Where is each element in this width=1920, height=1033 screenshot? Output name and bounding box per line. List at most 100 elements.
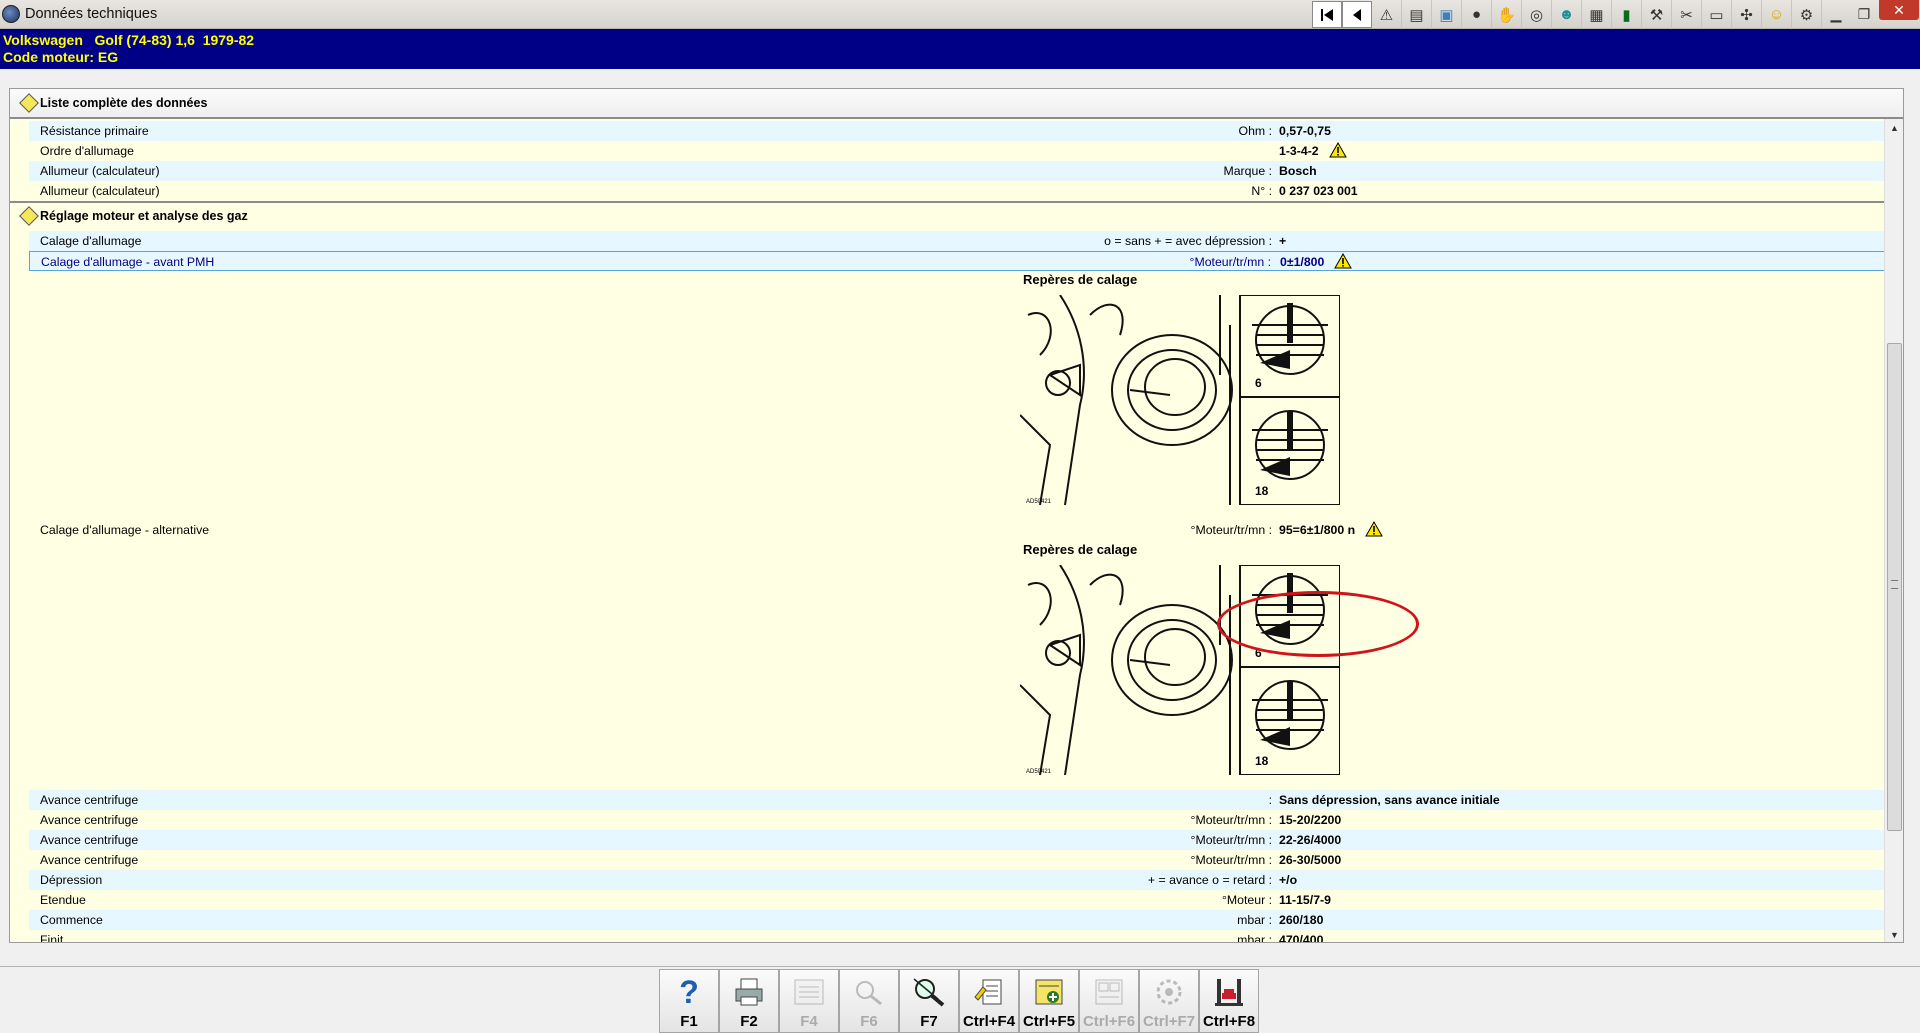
warning-icon[interactable] (1328, 141, 1347, 158)
data-row[interactable]: Ordre d'allumage 1-3-4-2 (29, 141, 1893, 161)
toolbar: ⚠ ▤ ▣ ● ✋ ◎ ☻ ▦ ▮ ⚒ ✂ ▭ ✣ ☺ ⚙ ▁ ❐ ✕ (1312, 0, 1920, 29)
fkey-label: Ctrl+F4 (962, 1013, 1016, 1030)
row-label: Dépression (40, 873, 103, 887)
mark-18: 18 (1255, 484, 1269, 498)
warning-icon[interactable] (1365, 520, 1384, 537)
ctrl-f4-notes-button[interactable]: Ctrl+F4 (959, 969, 1019, 1033)
vertical-scrollbar[interactable]: ▲ ▼ (1884, 119, 1903, 942)
row-unit: Ohm : (1238, 124, 1272, 138)
row-value: 260/180 (1279, 913, 1324, 927)
exit-icon[interactable]: ▮ (1612, 0, 1642, 29)
row-unit: N° : (1251, 184, 1272, 198)
first-icon[interactable] (1312, 1, 1342, 28)
section-header[interactable]: Réglage moteur et analyse des gaz (10, 201, 1886, 229)
warning-icon[interactable]: ⚠ (1372, 0, 1402, 29)
fkey-label: F6 (860, 1013, 878, 1030)
row-value: 26-30/5000 (1279, 853, 1342, 867)
row-label: Commence (40, 913, 103, 927)
add-note-icon (1020, 974, 1078, 1010)
data-row-selected[interactable]: Calage d'allumage - avant PMH °Moteur/tr… (29, 251, 1893, 271)
person-icon[interactable]: ☻ (1552, 0, 1582, 29)
row-value: 22-26/4000 (1279, 833, 1342, 847)
row-unit: °Moteur/tr/mn : (1190, 523, 1272, 537)
help-icon: ? (679, 973, 699, 1010)
row-value-text: 1-3-4-2 (1279, 144, 1319, 158)
row-unit: °Moteur/tr/mn : (1190, 853, 1272, 867)
smiley-icon[interactable]: ☺ (1762, 0, 1792, 29)
scroll-thumb[interactable] (1887, 343, 1902, 831)
row-value: 1-3-4-2 (1279, 141, 1347, 161)
scroll-up-icon[interactable]: ▲ (1885, 119, 1903, 137)
calendar-icon[interactable]: ▦ (1582, 0, 1612, 29)
data-row[interactable]: Etendue °Moteur : 11-15/7-9 (29, 890, 1893, 910)
fkey-label: F2 (740, 1013, 758, 1030)
data-row[interactable]: Allumeur (calculateur) Marque : Bosch (29, 161, 1893, 181)
row-label: Finit (40, 933, 64, 943)
drop-icon[interactable]: ● (1462, 0, 1492, 29)
data-row[interactable]: Commence mbar : 260/180 (29, 910, 1893, 930)
data-row[interactable]: Calage d'allumage o = sans + = avec dépr… (29, 231, 1893, 251)
row-unit: o = sans + = avec dépression : (1104, 234, 1272, 248)
row-label: Calage d'allumage (40, 234, 142, 248)
f7-magnifier-button[interactable]: F7 (899, 969, 959, 1033)
hand-icon[interactable]: ✋ (1492, 0, 1522, 29)
data-row[interactable]: Allumeur (calculateur) N° : 0 237 023 00… (29, 181, 1893, 201)
section-title: Réglage moteur et analyse des gaz (40, 209, 248, 223)
list-title: Liste complète des données (40, 96, 208, 110)
f1-help-button[interactable]: ? F1 (659, 969, 719, 1033)
engine-code: Code moteur: EG (3, 49, 119, 65)
vehicle-model: Volkswagen Golf (74-83) 1,6 1979-82 (3, 32, 255, 48)
row-value-text: 0±1/800 (1280, 255, 1325, 269)
data-panel: Liste complète des données Résistance pr… (9, 88, 1904, 943)
highlight-ellipse (1217, 591, 1419, 657)
data-row[interactable]: Avance centrifuge : Sans dépression, san… (29, 790, 1893, 810)
picture-icon[interactable]: ▣ (1432, 0, 1462, 29)
scroll-down-icon[interactable]: ▼ (1885, 926, 1903, 942)
ctrl-f6-compare-button[interactable]: Ctrl+F6 (1079, 969, 1139, 1033)
row-value: 0±1/800 (1280, 252, 1353, 272)
data-row[interactable]: Dépression + = avance o = retard : +/o (29, 870, 1893, 890)
search-text-icon (840, 974, 898, 1010)
row-label: Avance centrifuge (40, 793, 139, 807)
mark-18: 18 (1255, 754, 1269, 768)
row-value: 15-20/2200 (1279, 813, 1342, 827)
window-title: Données techniques (25, 6, 158, 22)
wheel-icon[interactable]: ◎ (1522, 0, 1552, 29)
close-icon[interactable]: ✕ (1879, 0, 1919, 20)
f2-print-button[interactable]: F2 (719, 969, 779, 1033)
gear-person-icon (1140, 974, 1198, 1010)
minimize-icon[interactable]: ▁ (1823, 3, 1849, 25)
diagram-code: AD50421 (1026, 499, 1052, 505)
row-unit: mbar : (1237, 913, 1272, 927)
row-unit: °Moteur/tr/mn : (1190, 813, 1272, 827)
steering-icon[interactable]: ✣ (1732, 0, 1762, 29)
notes-icon (960, 974, 1018, 1010)
restore-icon[interactable]: ❐ (1851, 3, 1877, 25)
fkey-label: Ctrl+F6 (1082, 1013, 1136, 1030)
collapse-arrow-icon[interactable] (19, 206, 39, 226)
prev-icon[interactable] (1342, 1, 1372, 28)
row-value: 0,57-0,75 (1279, 124, 1331, 138)
ctrl-f5-add-note-button[interactable]: Ctrl+F5 (1019, 969, 1079, 1033)
data-row[interactable]: Avance centrifuge °Moteur/tr/mn : 26-30/… (29, 850, 1893, 870)
data-row[interactable]: Calage d'allumage - alternative °Moteur/… (29, 520, 1893, 540)
diagram-caption: Repères de calage (1023, 272, 1138, 287)
document-icon[interactable]: ▤ (1402, 0, 1432, 29)
row-label: Etendue (40, 893, 86, 907)
function-key-bar: ? F1 F2 F4 F6 F7 Ctrl+F4 Ctrl+F5 Ctrl+F6… (0, 966, 1920, 1033)
data-row[interactable]: Résistance primaire Ohm : 0,57-0,75 (29, 121, 1893, 141)
warning-icon[interactable] (1334, 252, 1353, 269)
ctrl-f7-gear-person-button[interactable]: Ctrl+F7 (1139, 969, 1199, 1033)
f6-search-text-button[interactable]: F6 (839, 969, 899, 1033)
data-row[interactable]: Avance centrifuge °Moteur/tr/mn : 22-26/… (29, 830, 1893, 850)
expand-arrow-icon[interactable] (19, 93, 39, 113)
grip-icon (1891, 580, 1898, 589)
car-icon[interactable]: ▭ (1702, 0, 1732, 29)
tools-icon[interactable]: ✂ (1672, 0, 1702, 29)
f4-list-button[interactable]: F4 (779, 969, 839, 1033)
wrench-icon[interactable]: ⚒ (1642, 0, 1672, 29)
ctrl-f8-car-lift-button[interactable]: Ctrl+F8 (1199, 969, 1259, 1033)
gearbox-icon[interactable]: ⚙ (1792, 0, 1822, 29)
data-row[interactable]: Avance centrifuge °Moteur/tr/mn : 15-20/… (29, 810, 1893, 830)
data-row[interactable]: Finit mbar : 470/400 (29, 930, 1893, 943)
